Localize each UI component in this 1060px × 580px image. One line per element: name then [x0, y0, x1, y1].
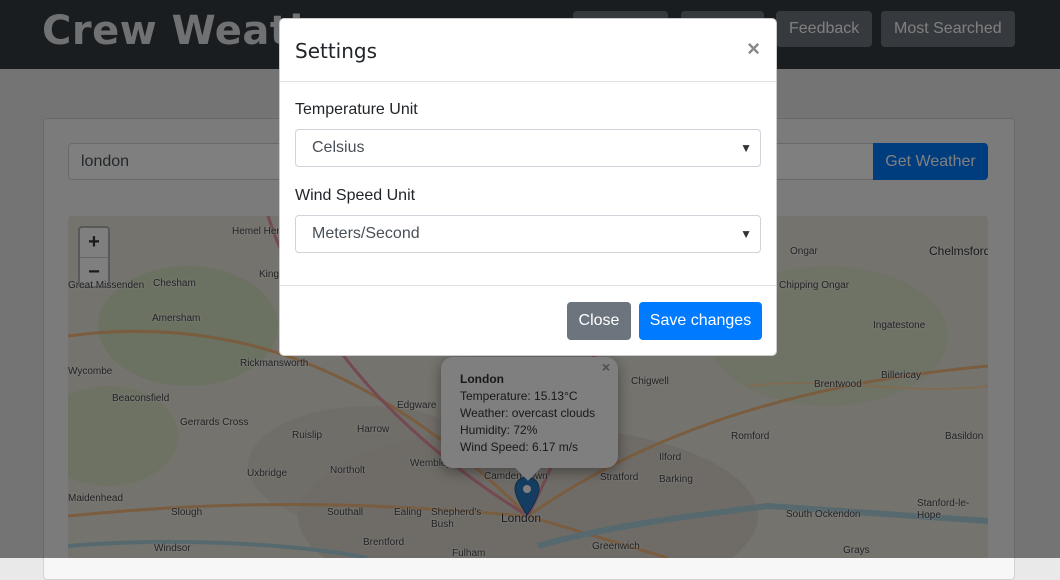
modal-title: Settings: [295, 39, 378, 63]
wind-speed-unit-value: Meters/Second: [312, 225, 420, 242]
settings-modal: Settings × Temperature Unit Celsius ▼ Wi…: [279, 18, 777, 356]
wind-speed-unit-select[interactable]: Meters/Second ▼: [295, 215, 761, 253]
temperature-unit-select[interactable]: Celsius ▼: [295, 129, 761, 167]
temperature-unit-label: Temperature Unit: [295, 101, 418, 118]
chevron-down-icon: ▼: [740, 141, 752, 155]
wind-speed-unit-label: Wind Speed Unit: [295, 187, 416, 204]
close-button[interactable]: Close: [567, 302, 631, 340]
close-icon[interactable]: ×: [747, 36, 760, 62]
save-changes-button[interactable]: Save changes: [639, 302, 762, 340]
chevron-down-icon: ▼: [740, 227, 752, 241]
temperature-unit-value: Celsius: [312, 139, 365, 156]
modal-header: Settings ×: [280, 19, 776, 82]
modal-footer: Close Save changes: [280, 285, 776, 356]
